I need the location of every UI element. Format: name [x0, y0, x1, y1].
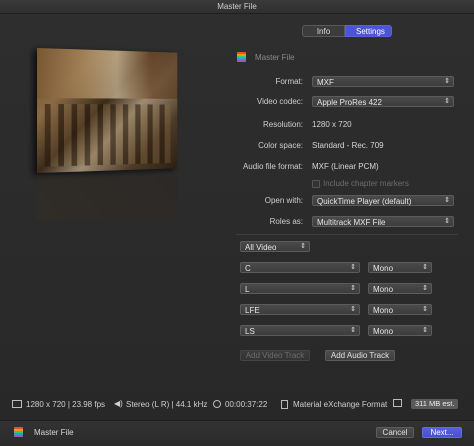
- audio-info-text: Stereo (L R) | 44.1 kHz: [126, 400, 208, 409]
- video-codec-label: Video codec:: [256, 97, 303, 106]
- audio-channel-value: Mono: [373, 285, 394, 294]
- status-bar: 1280 x 720 | 23.98 fps ◀) Stereo (L R) |…: [0, 398, 474, 412]
- open-with-select[interactable]: QuickTime Player (default) ⇕: [312, 195, 454, 206]
- resolution-fps-text: 1280 x 720 | 23.98 fps: [26, 400, 106, 409]
- format-select[interactable]: MXF ⇕: [312, 76, 454, 87]
- audio-format-row: Audio file format: MXF (Linear PCM): [0, 161, 474, 173]
- audio-role-select-ls[interactable]: LS ⇕: [240, 325, 360, 336]
- chapter-markers-checkbox[interactable]: [312, 180, 320, 188]
- audio-role-value: LFE: [245, 306, 260, 315]
- format-value: MXF: [317, 78, 334, 87]
- select-arrows-icon: ⇕: [422, 306, 428, 313]
- open-with-value: QuickTime Player (default): [317, 197, 412, 206]
- roles-as-row: Roles as: Multitrack MXF File ⇕: [0, 216, 474, 228]
- roles-as-label: Roles as:: [269, 217, 303, 226]
- tab-info[interactable]: Info: [302, 25, 345, 37]
- select-arrows-icon: ⇕: [444, 218, 450, 225]
- select-arrows-icon: ⇕: [444, 98, 450, 105]
- select-arrows-icon: ⇕: [350, 264, 356, 271]
- add-audio-track-button[interactable]: Add Audio Track: [325, 350, 395, 361]
- open-with-row: Open with: QuickTime Player (default) ⇕: [0, 195, 474, 207]
- select-arrows-icon: ⇕: [350, 306, 356, 313]
- audio-channel-value: Mono: [373, 264, 394, 273]
- color-space-value: Standard - Rec. 709: [312, 141, 384, 150]
- audio-channel-select-c[interactable]: Mono ⇕: [368, 262, 432, 273]
- select-arrows-icon: ⇕: [422, 327, 428, 334]
- video-role-select[interactable]: All Video ⇕: [240, 241, 310, 252]
- master-file-icon: [237, 52, 246, 62]
- select-arrows-icon: ⇕: [422, 264, 428, 271]
- footer-master-file-icon: [14, 427, 23, 437]
- size-badge: 311 MB est.: [411, 399, 459, 409]
- format-row: Format: MXF ⇕: [0, 76, 474, 88]
- video-codec-value: Apple ProRes 422: [317, 98, 382, 107]
- frame-size-icon: [12, 400, 22, 408]
- clock-icon: [213, 400, 221, 408]
- tab-bar: Info Settings: [302, 25, 392, 37]
- audio-role-select-c[interactable]: C ⇕: [240, 262, 360, 273]
- audio-format-label: Audio file format:: [242, 162, 303, 171]
- resolution-row: Resolution: 1280 x 720: [0, 119, 474, 131]
- destination-title: Master File: [255, 52, 295, 62]
- video-role-value: All Video: [245, 243, 277, 252]
- footer-title: Master File: [34, 428, 74, 437]
- chapter-markers-label: Include chapter markers: [323, 179, 409, 188]
- select-arrows-icon: ⇕: [444, 197, 450, 204]
- color-space-row: Color space: Standard - Rec. 709: [0, 140, 474, 152]
- speaker-icon: ◀): [114, 399, 123, 408]
- duration-text: 00:00:37:22: [225, 400, 268, 409]
- video-codec-row: Video codec: Apple ProRes 422 ⇕: [0, 96, 474, 108]
- preview-image: [37, 48, 178, 173]
- audio-channel-select-l[interactable]: Mono ⇕: [368, 283, 432, 294]
- format-label: Format:: [275, 77, 303, 86]
- cancel-button[interactable]: Cancel: [376, 427, 414, 438]
- next-button[interactable]: Next...: [422, 427, 462, 438]
- select-arrows-icon: ⇕: [444, 78, 450, 85]
- window-title: Master File: [0, 0, 474, 14]
- audio-role-value: L: [245, 285, 250, 294]
- resolution-label: Resolution:: [262, 120, 303, 129]
- divider: [236, 234, 458, 235]
- audio-role-value: C: [245, 264, 251, 273]
- audio-format-value: MXF (Linear PCM): [312, 162, 379, 171]
- select-arrows-icon: ⇕: [300, 243, 306, 250]
- roles-as-select[interactable]: Multitrack MXF File ⇕: [312, 216, 454, 227]
- file-icon: [281, 400, 288, 409]
- format-text: Material eXchange Format: [293, 400, 388, 409]
- color-space-label: Color space:: [258, 141, 303, 150]
- audio-channel-value: Mono: [373, 327, 394, 336]
- display-icon: [393, 399, 402, 407]
- audio-channel-value: Mono: [373, 306, 394, 315]
- tab-settings[interactable]: Settings: [345, 25, 392, 37]
- export-window: Master File Info Settings Master File Fo…: [0, 0, 474, 446]
- resolution-value: 1280 x 720: [312, 120, 352, 129]
- select-arrows-icon: ⇕: [350, 327, 356, 334]
- audio-role-select-l[interactable]: L ⇕: [240, 283, 360, 294]
- open-with-label: Open with:: [264, 196, 303, 205]
- audio-role-value: LS: [245, 327, 255, 336]
- video-codec-select[interactable]: Apple ProRes 422 ⇕: [312, 96, 454, 107]
- roles-as-value: Multitrack MXF File: [317, 218, 386, 227]
- add-video-track-button[interactable]: Add Video Track: [240, 350, 310, 361]
- share-destination-header: Master File: [237, 52, 295, 62]
- select-arrows-icon: ⇕: [422, 285, 428, 292]
- audio-channel-select-ls[interactable]: Mono ⇕: [368, 325, 432, 336]
- audio-role-select-lfe[interactable]: LFE ⇕: [240, 304, 360, 315]
- select-arrows-icon: ⇕: [350, 285, 356, 292]
- audio-channel-select-lfe[interactable]: Mono ⇕: [368, 304, 432, 315]
- bottom-bar: Master File Cancel Next...: [0, 420, 474, 446]
